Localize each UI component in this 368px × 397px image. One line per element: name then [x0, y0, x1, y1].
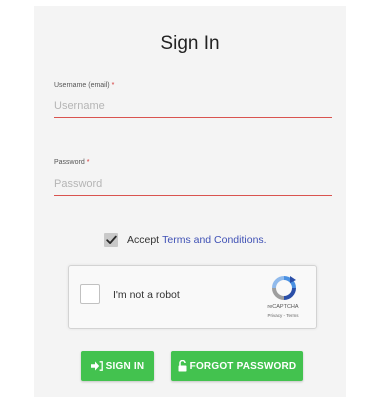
password-label-text: Password: [54, 159, 85, 166]
password-label: Password *: [54, 159, 89, 166]
recaptcha-label: I'm not a robot: [113, 289, 180, 301]
accept-terms-checkbox[interactable]: [104, 233, 118, 247]
username-required-mark: *: [111, 82, 115, 89]
forgot-password-button[interactable]: FORGOT PASSWORD: [171, 351, 303, 381]
sign-in-label: SIGN IN: [105, 360, 145, 372]
username-label: Username (email) *: [54, 82, 114, 89]
forgot-password-label: FORGOT PASSWORD: [189, 360, 297, 372]
terms-and-conditions-link[interactable]: Terms and Conditions.: [162, 234, 266, 246]
recaptcha-privacy-terms[interactable]: Privacy - Terms: [254, 313, 312, 318]
recaptcha-widget: I'm not a robot reCAPTCHA Privacy - Term…: [68, 265, 317, 329]
recaptcha-logo-icon: [272, 276, 296, 300]
password-required-mark: *: [86, 159, 90, 166]
accept-terms-row: Accept Terms and Conditions.: [104, 232, 267, 248]
sign-in-icon: [90, 361, 103, 371]
recaptcha-brand-text: reCAPTCHA: [267, 304, 299, 310]
sign-in-button[interactable]: SIGN IN: [81, 351, 154, 381]
check-icon: [105, 235, 117, 244]
recaptcha-checkbox[interactable]: [80, 284, 100, 304]
sign-in-panel: Sign In Username (email) * Password * Ac…: [34, 6, 346, 397]
username-label-text: Username (email): [54, 82, 110, 89]
username-input[interactable]: [54, 97, 332, 118]
accept-terms-text: Accept: [127, 234, 160, 246]
page-title: Sign In: [160, 33, 220, 54]
unlock-icon: [178, 360, 187, 372]
password-input[interactable]: [54, 175, 332, 196]
